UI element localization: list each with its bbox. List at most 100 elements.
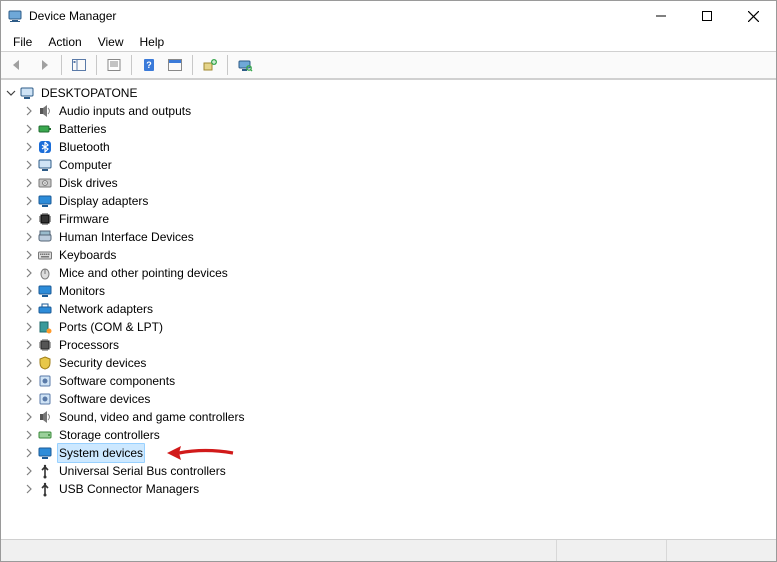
device-manager-window: Device Manager File Action View Help xyxy=(0,0,777,562)
tree-item-label: Processors xyxy=(57,336,121,354)
chevron-right-icon[interactable] xyxy=(23,465,35,477)
tree-item[interactable]: Human Interface Devices xyxy=(1,228,776,246)
tree-item[interactable]: Software devices xyxy=(1,390,776,408)
tree-item[interactable]: Computer xyxy=(1,156,776,174)
tree-item[interactable]: Bluetooth xyxy=(1,138,776,156)
tree-item-label: Monitors xyxy=(57,282,107,300)
tree-item-label: Computer xyxy=(57,156,114,174)
tree-item[interactable]: Universal Serial Bus controllers xyxy=(1,462,776,480)
toolbar-separator xyxy=(61,55,62,75)
system-icon xyxy=(37,445,53,461)
chevron-right-icon[interactable] xyxy=(23,213,35,225)
chevron-right-icon[interactable] xyxy=(23,267,35,279)
chevron-right-icon[interactable] xyxy=(23,285,35,297)
tree-item-label: System devices xyxy=(57,443,145,463)
chevron-right-icon[interactable] xyxy=(23,159,35,171)
usb-icon xyxy=(37,481,53,497)
chevron-right-icon[interactable] xyxy=(23,357,35,369)
close-button[interactable] xyxy=(730,1,776,31)
tree-item[interactable]: Keyboards xyxy=(1,246,776,264)
chevron-right-icon[interactable] xyxy=(23,447,35,459)
mouse-icon xyxy=(37,265,53,281)
show-hide-tree-button[interactable] xyxy=(67,54,91,76)
chevron-right-icon[interactable] xyxy=(23,411,35,423)
tree-item[interactable]: USB Connector Managers xyxy=(1,480,776,498)
tree-item-label: Security devices xyxy=(57,354,148,372)
toolbar-separator xyxy=(227,55,228,75)
toolbar: ? xyxy=(1,51,776,79)
chevron-right-icon[interactable] xyxy=(23,339,35,351)
tree-item[interactable]: Monitors xyxy=(1,282,776,300)
menu-view[interactable]: View xyxy=(90,33,132,51)
toolbar-separator xyxy=(96,55,97,75)
tree-item[interactable]: Sound, video and game controllers xyxy=(1,408,776,426)
chevron-right-icon[interactable] xyxy=(23,429,35,441)
monitor-icon xyxy=(37,157,53,173)
chevron-right-icon[interactable] xyxy=(23,393,35,405)
chevron-right-icon[interactable] xyxy=(23,141,35,153)
tree-root[interactable]: DESKTOPATONE xyxy=(1,84,776,102)
window-controls xyxy=(638,1,776,31)
tree-item-label: Network adapters xyxy=(57,300,155,318)
properties-button[interactable] xyxy=(102,54,126,76)
menu-file[interactable]: File xyxy=(5,33,40,51)
tree-item[interactable]: Ports (COM & LPT) xyxy=(1,318,776,336)
chevron-down-icon[interactable] xyxy=(5,87,17,99)
update-driver-button[interactable] xyxy=(198,54,222,76)
monitor-blue-icon xyxy=(37,283,53,299)
tree-item-label: Bluetooth xyxy=(57,138,112,156)
chevron-right-icon[interactable] xyxy=(23,303,35,315)
tree-item[interactable]: Firmware xyxy=(1,210,776,228)
tree-pane[interactable]: DESKTOPATONEAudio inputs and outputsBatt… xyxy=(1,79,776,539)
speaker-icon xyxy=(37,409,53,425)
chevron-right-icon[interactable] xyxy=(23,321,35,333)
chevron-right-icon[interactable] xyxy=(23,177,35,189)
hid-icon xyxy=(37,229,53,245)
titlebar: Device Manager xyxy=(1,1,776,31)
tree-item-label: Display adapters xyxy=(57,192,150,210)
storage-icon xyxy=(37,427,53,443)
menu-help[interactable]: Help xyxy=(132,33,173,51)
tree-item[interactable]: Mice and other pointing devices xyxy=(1,264,776,282)
chevron-right-icon[interactable] xyxy=(23,105,35,117)
tree-item-label: Disk drives xyxy=(57,174,120,192)
chevron-right-icon[interactable] xyxy=(23,249,35,261)
software-icon xyxy=(37,373,53,389)
minimize-button[interactable] xyxy=(638,1,684,31)
speaker-icon xyxy=(37,103,53,119)
chevron-right-icon[interactable] xyxy=(23,375,35,387)
tree-item[interactable]: Processors xyxy=(1,336,776,354)
tree-item-label: Sound, video and game controllers xyxy=(57,408,246,426)
svg-text:?: ? xyxy=(146,60,152,70)
help-button[interactable]: ? xyxy=(137,54,161,76)
tree-item[interactable]: Security devices xyxy=(1,354,776,372)
tree-item-label: Ports (COM & LPT) xyxy=(57,318,165,336)
chevron-right-icon[interactable] xyxy=(23,231,35,243)
status-cell xyxy=(556,540,666,561)
tree-item[interactable]: System devices xyxy=(1,444,776,462)
tree-item[interactable]: Disk drives xyxy=(1,174,776,192)
action-button[interactable] xyxy=(163,54,187,76)
tree-item-label: USB Connector Managers xyxy=(57,480,201,498)
tree-item[interactable]: Network adapters xyxy=(1,300,776,318)
network-icon xyxy=(37,301,53,317)
chevron-right-icon[interactable] xyxy=(23,123,35,135)
tree-item[interactable]: Storage controllers xyxy=(1,426,776,444)
statusbar xyxy=(1,539,776,561)
window-title: Device Manager xyxy=(29,9,638,23)
menu-action[interactable]: Action xyxy=(40,33,89,51)
tree-item[interactable]: Display adapters xyxy=(1,192,776,210)
forward-button[interactable] xyxy=(32,54,56,76)
device-tree: DESKTOPATONEAudio inputs and outputsBatt… xyxy=(1,82,776,498)
tree-item-label: Human Interface Devices xyxy=(57,228,196,246)
maximize-button[interactable] xyxy=(684,1,730,31)
tree-item-label: Mice and other pointing devices xyxy=(57,264,230,282)
scan-hardware-button[interactable] xyxy=(233,54,257,76)
tree-item[interactable]: Audio inputs and outputs xyxy=(1,102,776,120)
chip-dark-icon xyxy=(37,211,53,227)
chevron-right-icon[interactable] xyxy=(23,195,35,207)
tree-item[interactable]: Software components xyxy=(1,372,776,390)
tree-item[interactable]: Batteries xyxy=(1,120,776,138)
back-button[interactable] xyxy=(6,54,30,76)
chevron-right-icon[interactable] xyxy=(23,483,35,495)
